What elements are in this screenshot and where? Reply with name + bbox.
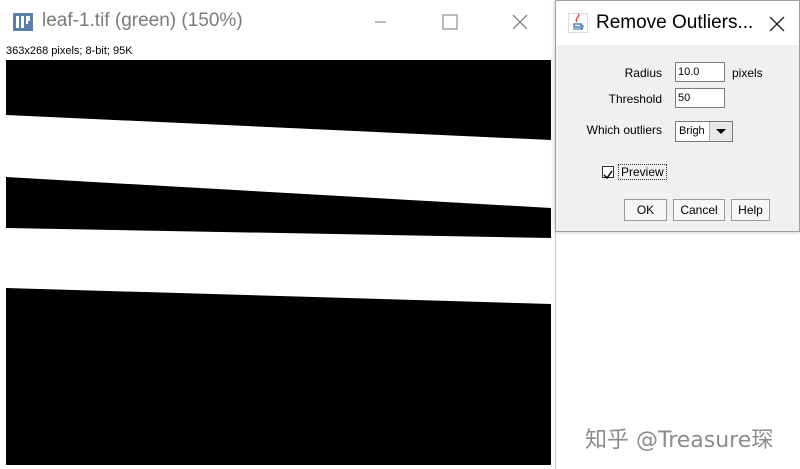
remove-outliers-dialog: Remove Outliers... Radius pixels Thresho…	[555, 0, 800, 232]
maximize-icon[interactable]	[430, 8, 470, 36]
preview-checkbox[interactable]	[602, 166, 614, 180]
image-window: leaf-1.tif (green) (150%) 363x268 pixels…	[0, 0, 556, 469]
radius-field[interactable]	[675, 62, 725, 82]
preview-label[interactable]: Preview	[618, 164, 667, 180]
dialog-title: Remove Outliers...	[596, 12, 754, 33]
radius-unit: pixels	[732, 66, 763, 80]
close-icon[interactable]	[500, 8, 540, 36]
java-icon	[567, 12, 589, 34]
threshold-field[interactable]	[675, 88, 725, 108]
threshold-label: Threshold	[608, 92, 662, 106]
imagej-icon	[13, 12, 35, 32]
dialog-titlebar[interactable]: Remove Outliers...	[556, 1, 799, 45]
image-window-title: leaf-1.tif (green) (150%)	[42, 10, 243, 31]
which-outliers-label: Which outliers	[586, 123, 662, 137]
radius-label: Radius	[624, 66, 662, 80]
image-info: 363x268 pixels; 8-bit; 95K	[6, 45, 133, 57]
watermark-text: 知乎 @Treasure琛	[585, 428, 774, 453]
chevron-down-icon[interactable]	[709, 122, 732, 141]
minimize-icon[interactable]	[360, 8, 400, 36]
image-canvas[interactable]	[6, 60, 551, 465]
cancel-button[interactable]: Cancel	[673, 199, 725, 221]
which-outliers-select[interactable]: Brigh	[675, 121, 733, 142]
help-button[interactable]: Help	[731, 199, 770, 221]
which-outliers-value: Brigh	[679, 125, 705, 137]
ok-button[interactable]: OK	[624, 199, 667, 221]
image-window-titlebar[interactable]: leaf-1.tif (green) (150%)	[0, 0, 555, 44]
close-icon[interactable]	[764, 11, 790, 37]
